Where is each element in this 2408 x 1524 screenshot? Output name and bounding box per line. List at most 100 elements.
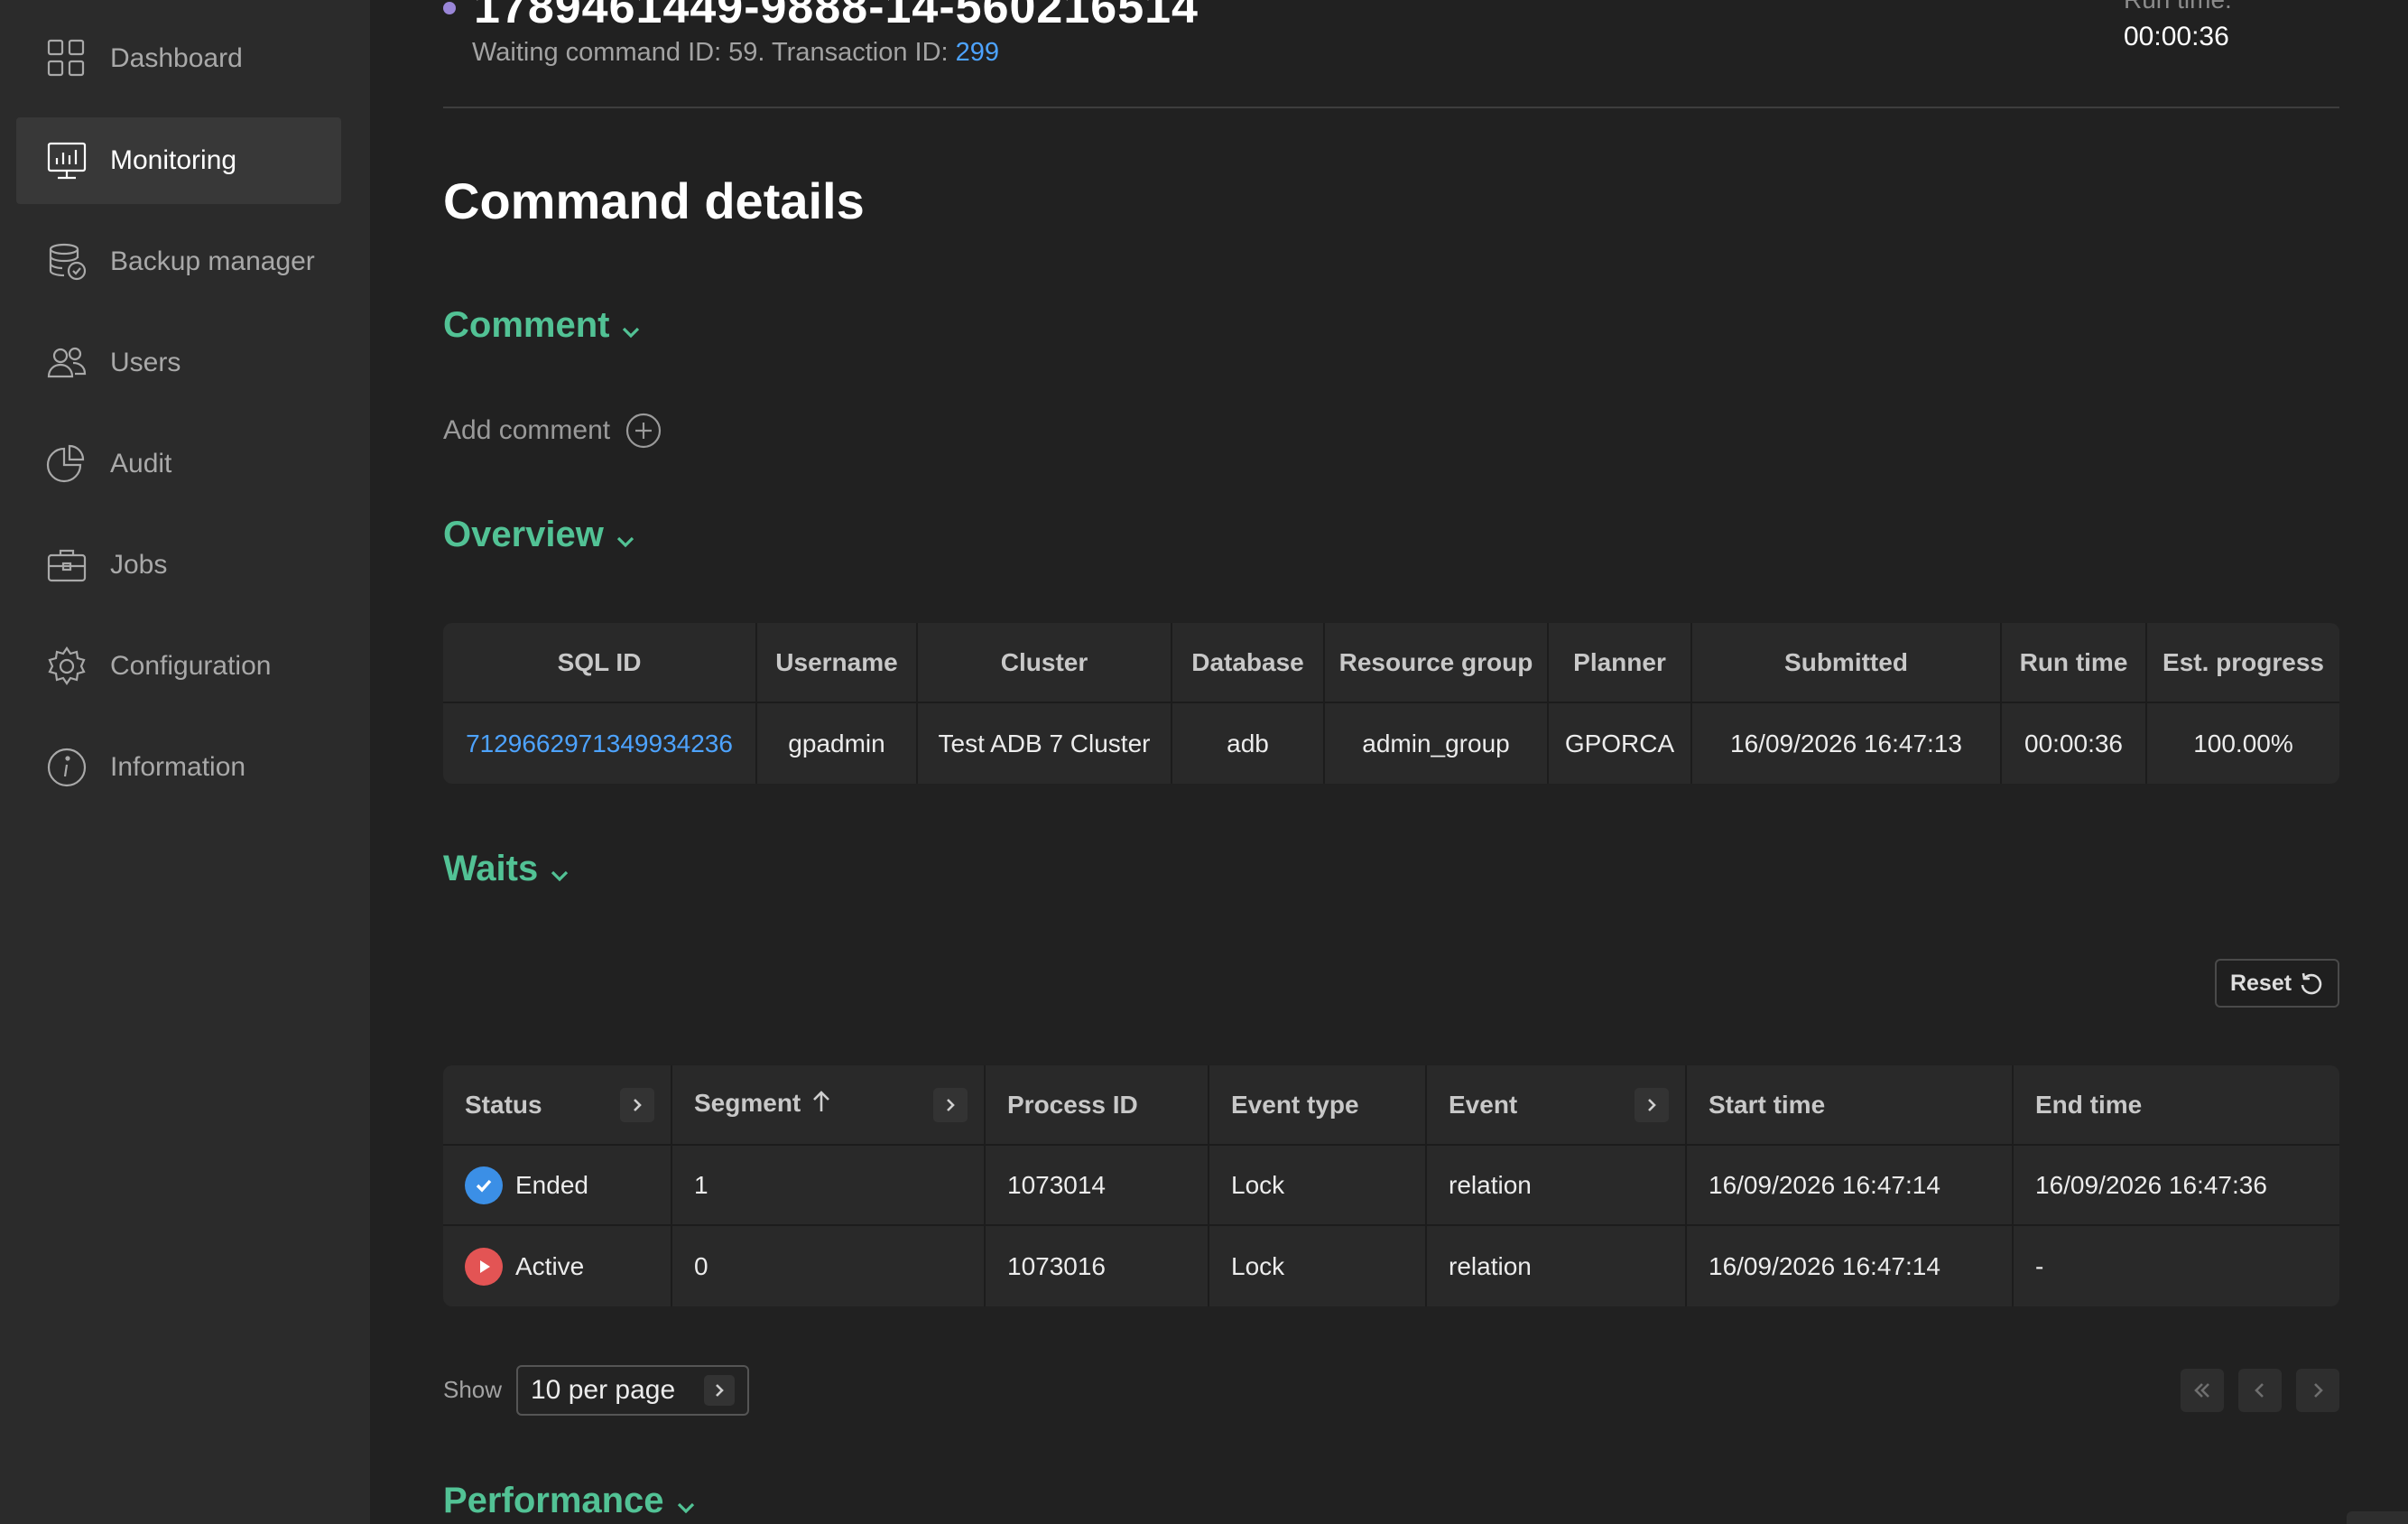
next-page-button[interactable]: [2296, 1369, 2339, 1412]
scroll-corner: [2347, 1511, 2408, 1524]
sidebar: Dashboard Monitoring Backup manager User…: [0, 0, 370, 1524]
jobs-icon: [45, 544, 88, 587]
dashboard-icon: [45, 37, 88, 80]
column-header-status: Status: [443, 1065, 672, 1146]
chevron-down-icon: [613, 523, 638, 548]
column-expand-button[interactable]: [620, 1087, 654, 1122]
column-expand-button[interactable]: [1635, 1087, 1669, 1122]
sidebar-item-jobs[interactable]: Jobs: [16, 522, 341, 609]
page-title: Command details: [443, 172, 865, 229]
table-cell: 1073014: [986, 1146, 1209, 1226]
column-header-segment[interactable]: Segment: [672, 1065, 986, 1146]
app: Dashboard Monitoring Backup manager User…: [0, 0, 2408, 1524]
users-icon: [45, 341, 88, 385]
table-cell: 100.00%: [2193, 729, 2293, 757]
column-header-event: Event: [1427, 1065, 1687, 1146]
column-header: Resource group: [1325, 623, 1549, 703]
column-header: Start time: [1687, 1065, 2014, 1146]
per-page-select[interactable]: 10 per page: [516, 1365, 749, 1416]
status-dot: [443, 2, 456, 14]
table-cell: 1073016: [986, 1226, 1209, 1306]
table-cell: 16/09/2026 16:47:14: [1687, 1146, 2014, 1226]
table-cell: admin_group: [1325, 703, 1549, 784]
chevron-right-icon: [634, 1098, 642, 1111]
column-header: Event type: [1209, 1065, 1427, 1146]
sidebar-item-label: Configuration: [110, 651, 272, 681]
table-row: Active 0 1073016 Lock relation 16/09/202…: [443, 1226, 2339, 1306]
table-cell: 1: [672, 1146, 986, 1226]
sidebar-item-label: Audit: [110, 449, 172, 479]
column-header: Planner: [1549, 623, 1692, 703]
chevron-down-icon: [673, 1489, 699, 1514]
column-header: SQL ID: [443, 623, 757, 703]
section-overview-toggle[interactable]: Overview: [443, 515, 638, 555]
section-comment-toggle[interactable]: Comment: [443, 305, 644, 346]
column-header: Submitted: [1692, 623, 2002, 703]
check-circle-icon: [465, 1166, 503, 1204]
transaction-id-link[interactable]: 299: [956, 38, 999, 67]
column-header: End time: [2014, 1065, 2339, 1146]
status-cell: Active: [443, 1226, 672, 1306]
double-chevron-left-icon: [2194, 1383, 2209, 1398]
chevron-right-icon: [2314, 1383, 2323, 1398]
sidebar-item-label: Dashboard: [110, 43, 243, 73]
sidebar-item-label: Users: [110, 348, 181, 377]
column-header: Cluster: [918, 623, 1172, 703]
monitoring-icon: [45, 139, 88, 182]
sidebar-item-label: Backup manager: [110, 246, 315, 276]
sidebar-item-configuration[interactable]: Configuration: [16, 623, 341, 710]
runtime-value: 00:00:36: [2124, 22, 2229, 51]
sidebar-item-label: Information: [110, 752, 246, 782]
table-cell: adb: [1172, 703, 1325, 784]
backup-icon: [45, 240, 88, 283]
sidebar-item-information[interactable]: Information: [16, 724, 341, 811]
sidebar-item-backup-manager[interactable]: Backup manager: [16, 218, 341, 305]
gear-icon: [45, 645, 88, 688]
sidebar-item-users[interactable]: Users: [16, 320, 341, 406]
chevron-down-icon: [547, 857, 572, 882]
table-row: 7129662971349934236 gpadmin Test ADB 7 C…: [443, 703, 2339, 784]
add-comment-button[interactable]: Add comment: [443, 412, 662, 450]
reset-icon: [2301, 972, 2322, 995]
table-cell: 16/09/2026 16:47:13: [1692, 703, 2002, 784]
play-circle-icon: [465, 1247, 503, 1286]
column-header: Database: [1172, 623, 1325, 703]
chevron-right-icon: [947, 1098, 955, 1111]
section-waits-toggle[interactable]: Waits: [443, 849, 572, 889]
sql-id-link[interactable]: 7129662971349934236: [443, 703, 757, 784]
sort-ascending-icon: [810, 1091, 833, 1120]
sidebar-item-label: Monitoring: [110, 145, 237, 175]
overview-table: SQL ID Username Cluster Database Resourc…: [443, 623, 2339, 784]
first-page-button[interactable]: [2181, 1369, 2224, 1412]
table-cell: 16/09/2026 16:47:14: [1687, 1226, 2014, 1306]
section-performance-toggle[interactable]: Performance: [443, 1481, 699, 1521]
table-cell: gpadmin: [757, 703, 918, 784]
status-cell: Ended: [443, 1146, 672, 1226]
info-icon: [45, 746, 88, 789]
sidebar-item-dashboard[interactable]: Dashboard: [16, 15, 341, 102]
show-label: Show: [443, 1376, 503, 1403]
column-header: Process ID: [986, 1065, 1209, 1146]
reset-button[interactable]: Reset: [2215, 959, 2339, 1008]
sidebar-item-monitoring[interactable]: Monitoring: [16, 117, 341, 204]
job-title: 1789461449-9888-14-560216514: [443, 0, 1199, 34]
table-cell: Test ADB 7 Cluster: [918, 703, 1172, 784]
table-cell: relation: [1427, 1226, 1687, 1306]
waiting-info: Waiting command ID: 59. Transaction ID: …: [472, 38, 1000, 67]
column-header: Username: [757, 623, 918, 703]
table-cell: 16/09/2026 16:47:36: [2014, 1146, 2339, 1226]
column-expand-button[interactable]: [933, 1087, 968, 1122]
chevron-right-icon: [1648, 1098, 1656, 1111]
table-header-row: SQL ID Username Cluster Database Resourc…: [443, 623, 2339, 703]
table-cell: 0: [672, 1226, 986, 1306]
prev-page-button[interactable]: [2238, 1369, 2282, 1412]
per-page-value: 10 per page: [531, 1375, 676, 1405]
sidebar-item-label: Jobs: [110, 550, 168, 580]
table-header-row: Status Segment Process ID Event type Eve…: [443, 1065, 2339, 1146]
sidebar-item-audit[interactable]: Audit: [16, 421, 341, 507]
table-cell: -: [2035, 1251, 2044, 1280]
column-header: Est. progress: [2147, 623, 2339, 703]
table-cell: Lock: [1209, 1226, 1427, 1306]
waits-table: Status Segment Process ID Event type Eve…: [443, 1065, 2339, 1306]
table-row: Ended 1 1073014 Lock relation 16/09/2026…: [443, 1146, 2339, 1226]
